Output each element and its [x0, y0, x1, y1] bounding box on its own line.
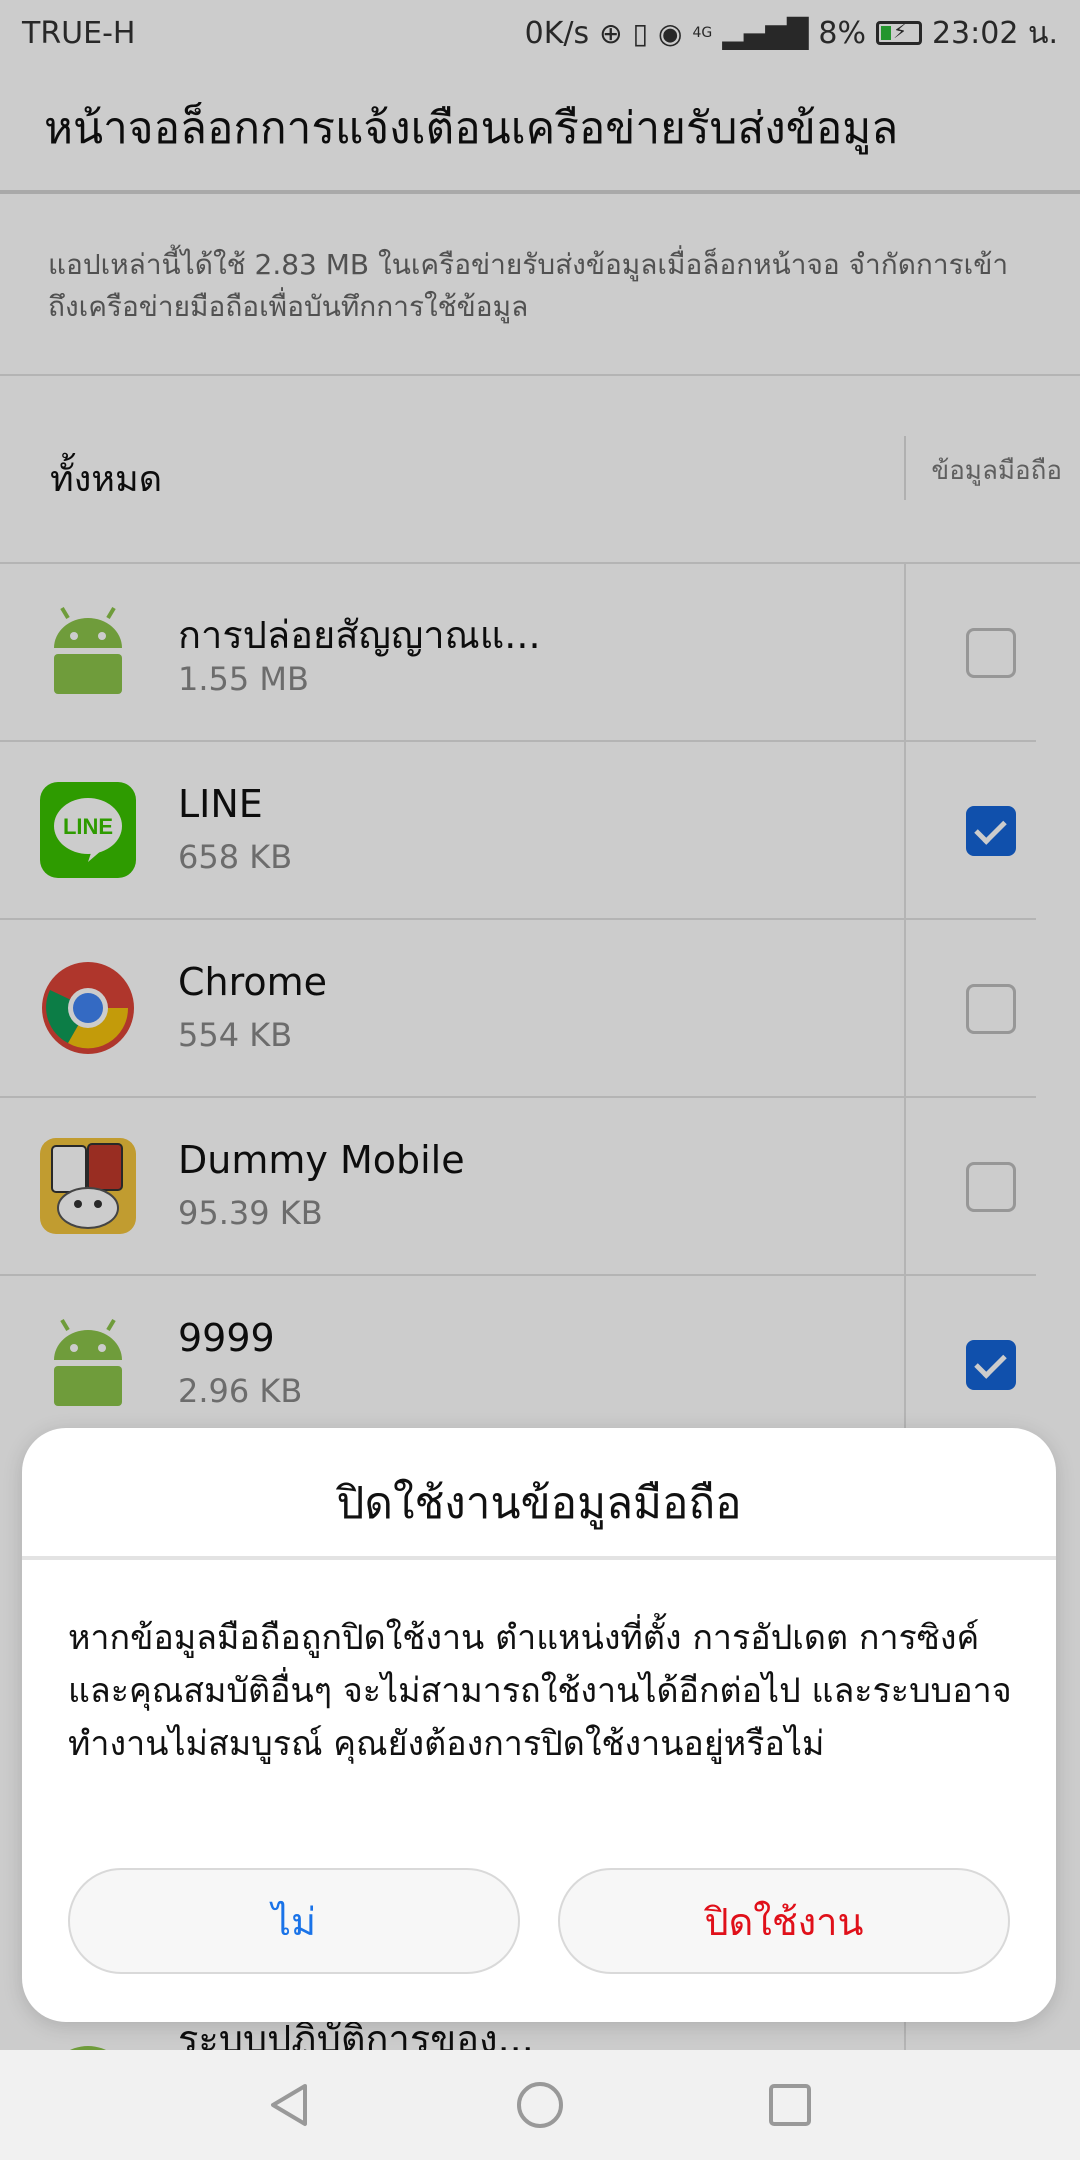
- dialog-message: หากข้อมูลมือถือถูกปิดใช้งาน ตำแหน่งที่ตั…: [68, 1618, 1012, 1764]
- home-icon[interactable]: [515, 2080, 565, 2130]
- dialog-title: ปิดใช้งานข้อมูลมือถือ: [336, 1478, 742, 1529]
- back-icon[interactable]: [265, 2080, 315, 2130]
- disable-button[interactable]: ปิดใช้งาน: [558, 1868, 1010, 1974]
- dialog-divider: [22, 1556, 1056, 1560]
- recents-icon[interactable]: [765, 2080, 815, 2130]
- navigation-bar: [0, 2050, 1080, 2160]
- cancel-button[interactable]: ไม่: [68, 1868, 520, 1974]
- disable-mobile-data-dialog: ปิดใช้งานข้อมูลมือถือ หากข้อมูลมือถือถูก…: [22, 1428, 1056, 2022]
